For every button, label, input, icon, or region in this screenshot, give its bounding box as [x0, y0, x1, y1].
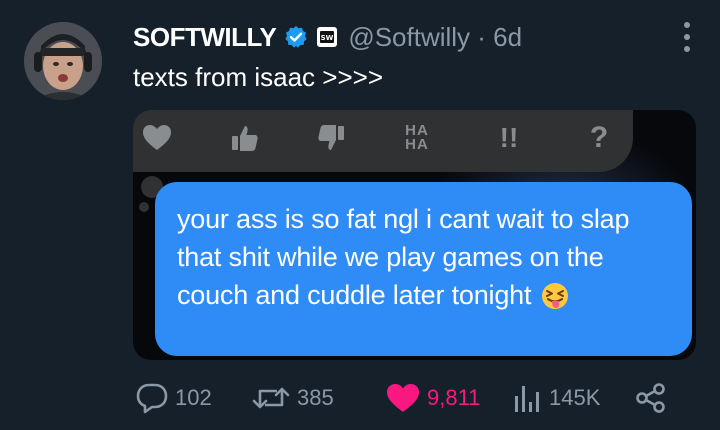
- question-icon: ?: [579, 110, 619, 166]
- retweet-button[interactable]: 385: [251, 378, 334, 418]
- haha-label: HA HA: [405, 122, 429, 153]
- display-name[interactable]: SOFTWILLY: [133, 22, 277, 53]
- tweet-actions: 102 385 9,811 145K: [133, 378, 693, 418]
- verified-badge-icon: [284, 25, 308, 49]
- views-button[interactable]: 145K: [513, 378, 600, 418]
- tweet-text: texts from isaac >>>>: [133, 62, 384, 92]
- reply-count: 102: [175, 385, 212, 410]
- avatar[interactable]: [24, 22, 102, 100]
- question-label: ?: [589, 121, 609, 154]
- share-icon: [636, 383, 665, 413]
- svg-text:SW: SW: [321, 34, 334, 42]
- heart-icon: [137, 110, 177, 166]
- retweet-count: 385: [297, 385, 334, 410]
- reply-icon: [136, 383, 168, 414]
- more-options-icon[interactable]: [682, 20, 692, 54]
- tweet-media[interactable]: HA HA !! ? your ass is so fat ngl i cant…: [133, 110, 696, 360]
- exclamation-icon: !!: [489, 110, 529, 166]
- reply-button[interactable]: 102: [135, 378, 212, 418]
- thumbs-up-icon: [225, 110, 265, 166]
- like-count: 9,811: [427, 385, 481, 410]
- share-button[interactable]: [635, 378, 673, 418]
- reaction-bar: HA HA !! ?: [133, 110, 633, 172]
- handle-and-time[interactable]: @Softwilly · 6d: [348, 22, 522, 53]
- like-button[interactable]: 9,811: [385, 378, 480, 418]
- haha-icon: HA HA: [395, 110, 439, 166]
- exclaim-label: !!: [499, 122, 519, 153]
- views-count: 145K: [549, 385, 601, 410]
- heart-filled-icon: [387, 384, 419, 412]
- affiliate-badge-icon[interactable]: SW: [316, 26, 338, 48]
- message-bubble: your ass is so fat ngl i cant wait to sl…: [155, 182, 692, 356]
- avatar-image: [24, 22, 102, 100]
- squinting-tongue-emoji-icon: [541, 282, 569, 320]
- tweet-header: SOFTWILLY SW @Softwilly · 6d: [133, 14, 522, 60]
- thumbs-down-icon: [311, 110, 351, 166]
- bubble-tail-dot-small: [139, 202, 149, 212]
- retweet-icon: [252, 387, 290, 409]
- views-chart-icon: [515, 386, 539, 412]
